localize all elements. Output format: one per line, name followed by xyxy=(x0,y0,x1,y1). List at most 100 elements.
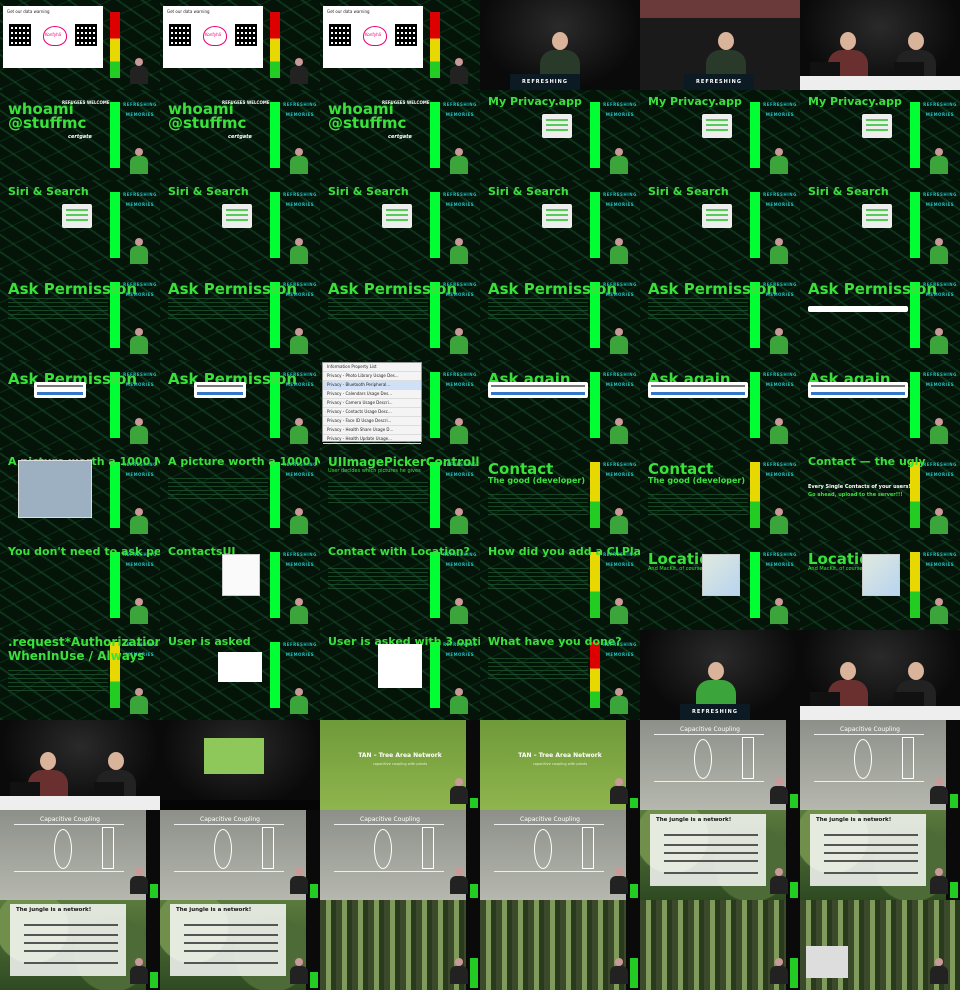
brand-line: REFRESHING xyxy=(123,192,157,197)
presenter-body xyxy=(290,156,308,174)
brand-logo: REFRESHING MEMORIES xyxy=(442,370,478,390)
photo xyxy=(18,460,92,518)
qr-card: Get our data warning Konfyhä xyxy=(3,6,103,68)
video-thumbnail[interactable] xyxy=(640,900,800,990)
presenter-body xyxy=(930,786,948,804)
meter-fill xyxy=(790,958,798,988)
video-thumbnail[interactable]: REFRESHING MEMORIES Siri & Search xyxy=(0,180,160,270)
video-thumbnail[interactable] xyxy=(800,900,960,990)
presenter-video xyxy=(448,418,470,444)
video-thumbnail[interactable]: REFRESHING MEMORIES Ask Permission xyxy=(160,360,320,450)
slide-title: Capacitive Coupling xyxy=(520,816,580,823)
video-thumbnail[interactable]: REFRESHING xyxy=(640,630,800,720)
video-thumbnail[interactable]: REFRESHING MEMORIES UIImagePickerControlle… xyxy=(320,450,480,540)
presenter-head xyxy=(935,868,943,876)
video-thumbnail[interactable]: REFRESHING MEMORIES Ask Permission xyxy=(640,270,800,360)
video-thumbnail[interactable]: REFRESHING MEMORIES whoami @stuffmc REFUGEES… xyxy=(0,90,160,180)
video-thumbnail[interactable]: Capacitive Coupling xyxy=(480,810,640,900)
video-thumbnail[interactable]: REFRESHING MEMORIES Location And MacKit, of… xyxy=(640,540,800,630)
video-thumbnail[interactable]: REFRESHING MEMORIES My Privacy.app xyxy=(480,90,640,180)
video-thumbnail[interactable] xyxy=(800,0,960,90)
video-thumbnail[interactable]: REFRESHING MEMORIES User is asked xyxy=(160,630,320,720)
video-thumbnail[interactable]: REFRESHING MEMORIES Ask Permission xyxy=(320,270,480,360)
level-meter xyxy=(430,102,440,168)
video-thumbnail[interactable]: REFRESHING MEMORIES Ask again xyxy=(640,360,800,450)
video-thumbnail[interactable]: REFRESHING MEMORIES Siri & Search xyxy=(320,180,480,270)
video-thumbnail[interactable] xyxy=(0,720,160,810)
video-thumbnail[interactable]: REFRESHING MEMORIES User is asked with 3 o… xyxy=(320,630,480,720)
presenter-video xyxy=(448,58,470,84)
slide-title: The jungle is a network! xyxy=(16,907,92,913)
video-thumbnail[interactable]: REFRESHING MEMORIES Ask Permission xyxy=(480,270,640,360)
level-meter xyxy=(750,372,760,438)
plist-row: Privacy - Camera Usage Descri... xyxy=(323,399,421,408)
video-thumbnail[interactable]: REFRESHING MEMORIES My Privacy.app xyxy=(640,90,800,180)
video-thumbnail[interactable]: REFRESHING MEMORIES Ask again xyxy=(480,360,640,450)
video-thumbnail[interactable] xyxy=(160,720,320,810)
video-thumbnail[interactable]: REFRESHING MEMORIES whoami @stuffmc REFUGEES… xyxy=(160,90,320,180)
video-thumbnail[interactable]: REFRESHING MEMORIES Information Property L… xyxy=(320,360,480,450)
video-thumbnail[interactable]: REFRESHING xyxy=(480,0,640,90)
stage-floor xyxy=(160,800,320,810)
video-thumbnail[interactable]: Capacitive Coupling xyxy=(640,720,800,810)
presenter-video xyxy=(928,328,950,354)
video-thumbnail[interactable]: REFRESHING MEMORIES Ask Permission xyxy=(0,270,160,360)
presenter-body xyxy=(450,66,468,84)
video-thumbnail[interactable]: Capacitive Coupling xyxy=(0,810,160,900)
presenter-video xyxy=(448,508,470,534)
video-thumbnail[interactable]: Get our data warning Konfyhä xyxy=(0,0,160,90)
video-thumbnail[interactable]: REFRESHING MEMORIES How did you add a CLPl… xyxy=(480,540,640,630)
brand-logo: REFRESHING MEMORIES xyxy=(922,100,958,120)
video-thumbnail[interactable]: Capacitive Coupling xyxy=(320,810,480,900)
phone-screenshot xyxy=(702,114,732,138)
video-thumbnail[interactable] xyxy=(480,900,640,990)
video-thumbnail[interactable]: REFRESHING MEMORIES What have you done? xyxy=(480,630,640,720)
slide-box: The jungle is a network! xyxy=(650,814,766,886)
video-thumbnail[interactable]: REFRESHING MEMORIES Contact The good (devel… xyxy=(640,450,800,540)
video-thumbnail[interactable] xyxy=(320,900,480,990)
moderator-head xyxy=(908,32,924,50)
video-thumbnail[interactable]: REFRESHING MEMORIES Contact with Location? xyxy=(320,540,480,630)
video-thumbnail[interactable] xyxy=(800,630,960,720)
video-thumbnail[interactable]: REFRESHING MEMORIES Ask again xyxy=(800,360,960,450)
video-thumbnail[interactable]: TAN – Tree Area Network capacitive coupli… xyxy=(480,720,640,810)
level-meter xyxy=(110,192,120,258)
video-thumbnail[interactable]: REFRESHING MEMORIES Contact — the ugly Ever… xyxy=(800,450,960,540)
brand-logo: REFRESHING MEMORIES xyxy=(762,190,798,210)
video-thumbnail[interactable]: Capacitive Coupling xyxy=(800,720,960,810)
video-thumbnail[interactable]: REFRESHING MEMORIES You don't need to ask … xyxy=(0,540,160,630)
video-thumbnail[interactable]: REFRESHING xyxy=(640,0,800,90)
video-thumbnail[interactable]: REFRESHING MEMORIES whoami @stuffmc REFUGEES… xyxy=(320,90,480,180)
video-thumbnail[interactable]: REFRESHINGMEMORIESA picture worth a 1000… xyxy=(160,450,320,540)
dialog-text xyxy=(491,385,585,387)
video-thumbnail[interactable]: REFRESHING MEMORIES Ask Permission xyxy=(0,360,160,450)
video-thumbnail[interactable]: REFRESHING MEMORIES Siri & Search xyxy=(160,180,320,270)
video-thumbnail[interactable]: REFRESHING MEMORIES Ask Permission xyxy=(800,270,960,360)
video-thumbnail[interactable]: REFRESHING MEMORIES Contact The good (devel… xyxy=(480,450,640,540)
presenter-video xyxy=(768,328,790,354)
video-thumbnail[interactable]: REFRESHING MEMORIES Siri & Search xyxy=(640,180,800,270)
video-thumbnail[interactable]: REFRESHING MEMORIES My Privacy.app xyxy=(800,90,960,180)
presenter-head xyxy=(935,778,943,786)
slide-box: The jungle is a network! xyxy=(170,904,286,976)
certgate-logo: certgate xyxy=(228,134,252,140)
video-thumbnail[interactable]: REFRESHING MEMORIES Ask Permission xyxy=(160,270,320,360)
video-thumbnail[interactable]: The jungle is a network! xyxy=(0,900,160,990)
slide-title: WhenInUse / Always xyxy=(8,649,145,663)
video-thumbnail[interactable]: Get our data warning Konfyhä xyxy=(320,0,480,90)
video-thumbnail[interactable]: The jungle is a network! xyxy=(800,810,960,900)
video-thumbnail[interactable]: REFRESHING MEMORIES .request*Authorization… xyxy=(0,630,160,720)
presenter-video xyxy=(768,148,790,174)
video-thumbnail[interactable]: TAN – Tree Area Network capacitive coupli… xyxy=(320,720,480,810)
video-thumbnail[interactable]: The jungle is a network! xyxy=(640,810,800,900)
video-thumbnail[interactable]: REFRESHING MEMORIES Siri & Search xyxy=(480,180,640,270)
video-thumbnail[interactable]: Capacitive Coupling xyxy=(160,810,320,900)
video-thumbnail[interactable]: REFRESHING MEMORIES ContactsUI xyxy=(160,540,320,630)
video-thumbnail[interactable]: REFRESHING MEMORIES Location And MacKit, of… xyxy=(800,540,960,630)
video-thumbnail[interactable]: Get our data warning Konfyhä xyxy=(160,0,320,90)
video-thumbnail[interactable]: REFRESHING MEMORIES Siri & Search xyxy=(800,180,960,270)
video-thumbnail[interactable]: REFRESHINGMEMORIESA picture worth a 1000… xyxy=(0,450,160,540)
video-thumbnail[interactable]: The jungle is a network! xyxy=(160,900,320,990)
slide-title: Ask Permission xyxy=(488,280,618,298)
presenter-head xyxy=(295,328,303,336)
